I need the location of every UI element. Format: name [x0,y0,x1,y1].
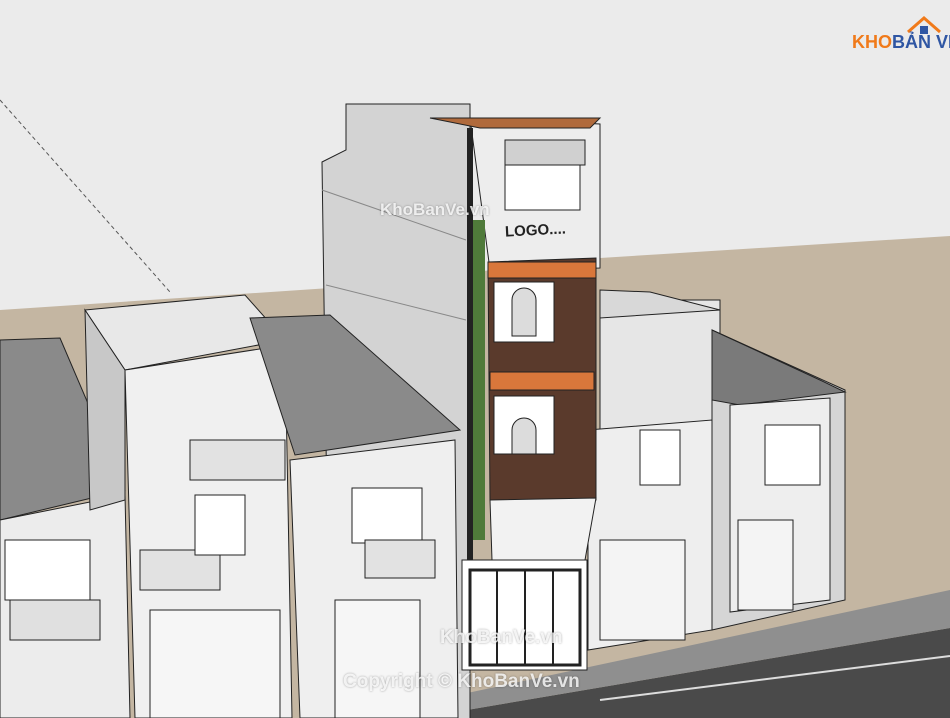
window [351,487,423,544]
garage-door [737,519,794,611]
watermark-upper: KhoBanVe.vn [380,200,490,219]
orange-band [487,261,597,279]
balcony [9,599,101,641]
window [194,494,246,556]
arch [511,287,537,337]
window [639,429,681,486]
balcony [139,549,221,591]
top-frame [504,139,586,166]
balcony [189,439,286,481]
neighbor-right-1 [599,299,721,431]
sketchup-viewport[interactable]: LOGO.... KHOBẢN VẼ KhoBanVe.vn KhoBanVe.… [0,0,950,718]
window [4,539,91,601]
window [764,424,821,486]
garage-door [334,599,421,718]
facade-sign: LOGO.... [504,220,567,241]
watermark-lower: KhoBanVe.vn [440,627,563,648]
arch [511,417,537,455]
brand-name: KHOBẢN VẼ [852,32,950,53]
watermark-copyright: Copyright © KhoBanVe.vn [343,671,580,692]
model-view[interactable] [0,0,950,718]
garage-door [599,539,686,641]
garage-door [149,609,281,718]
top-window [504,164,581,211]
brand-part2: BẢN VẼ [892,32,950,52]
orange-band [489,371,595,391]
green-wall [473,220,485,540]
brand-logo: KHOBẢN VẼ [852,12,950,54]
brand-part1: KHO [852,32,892,52]
balcony [364,539,436,579]
canopy [489,497,597,561]
